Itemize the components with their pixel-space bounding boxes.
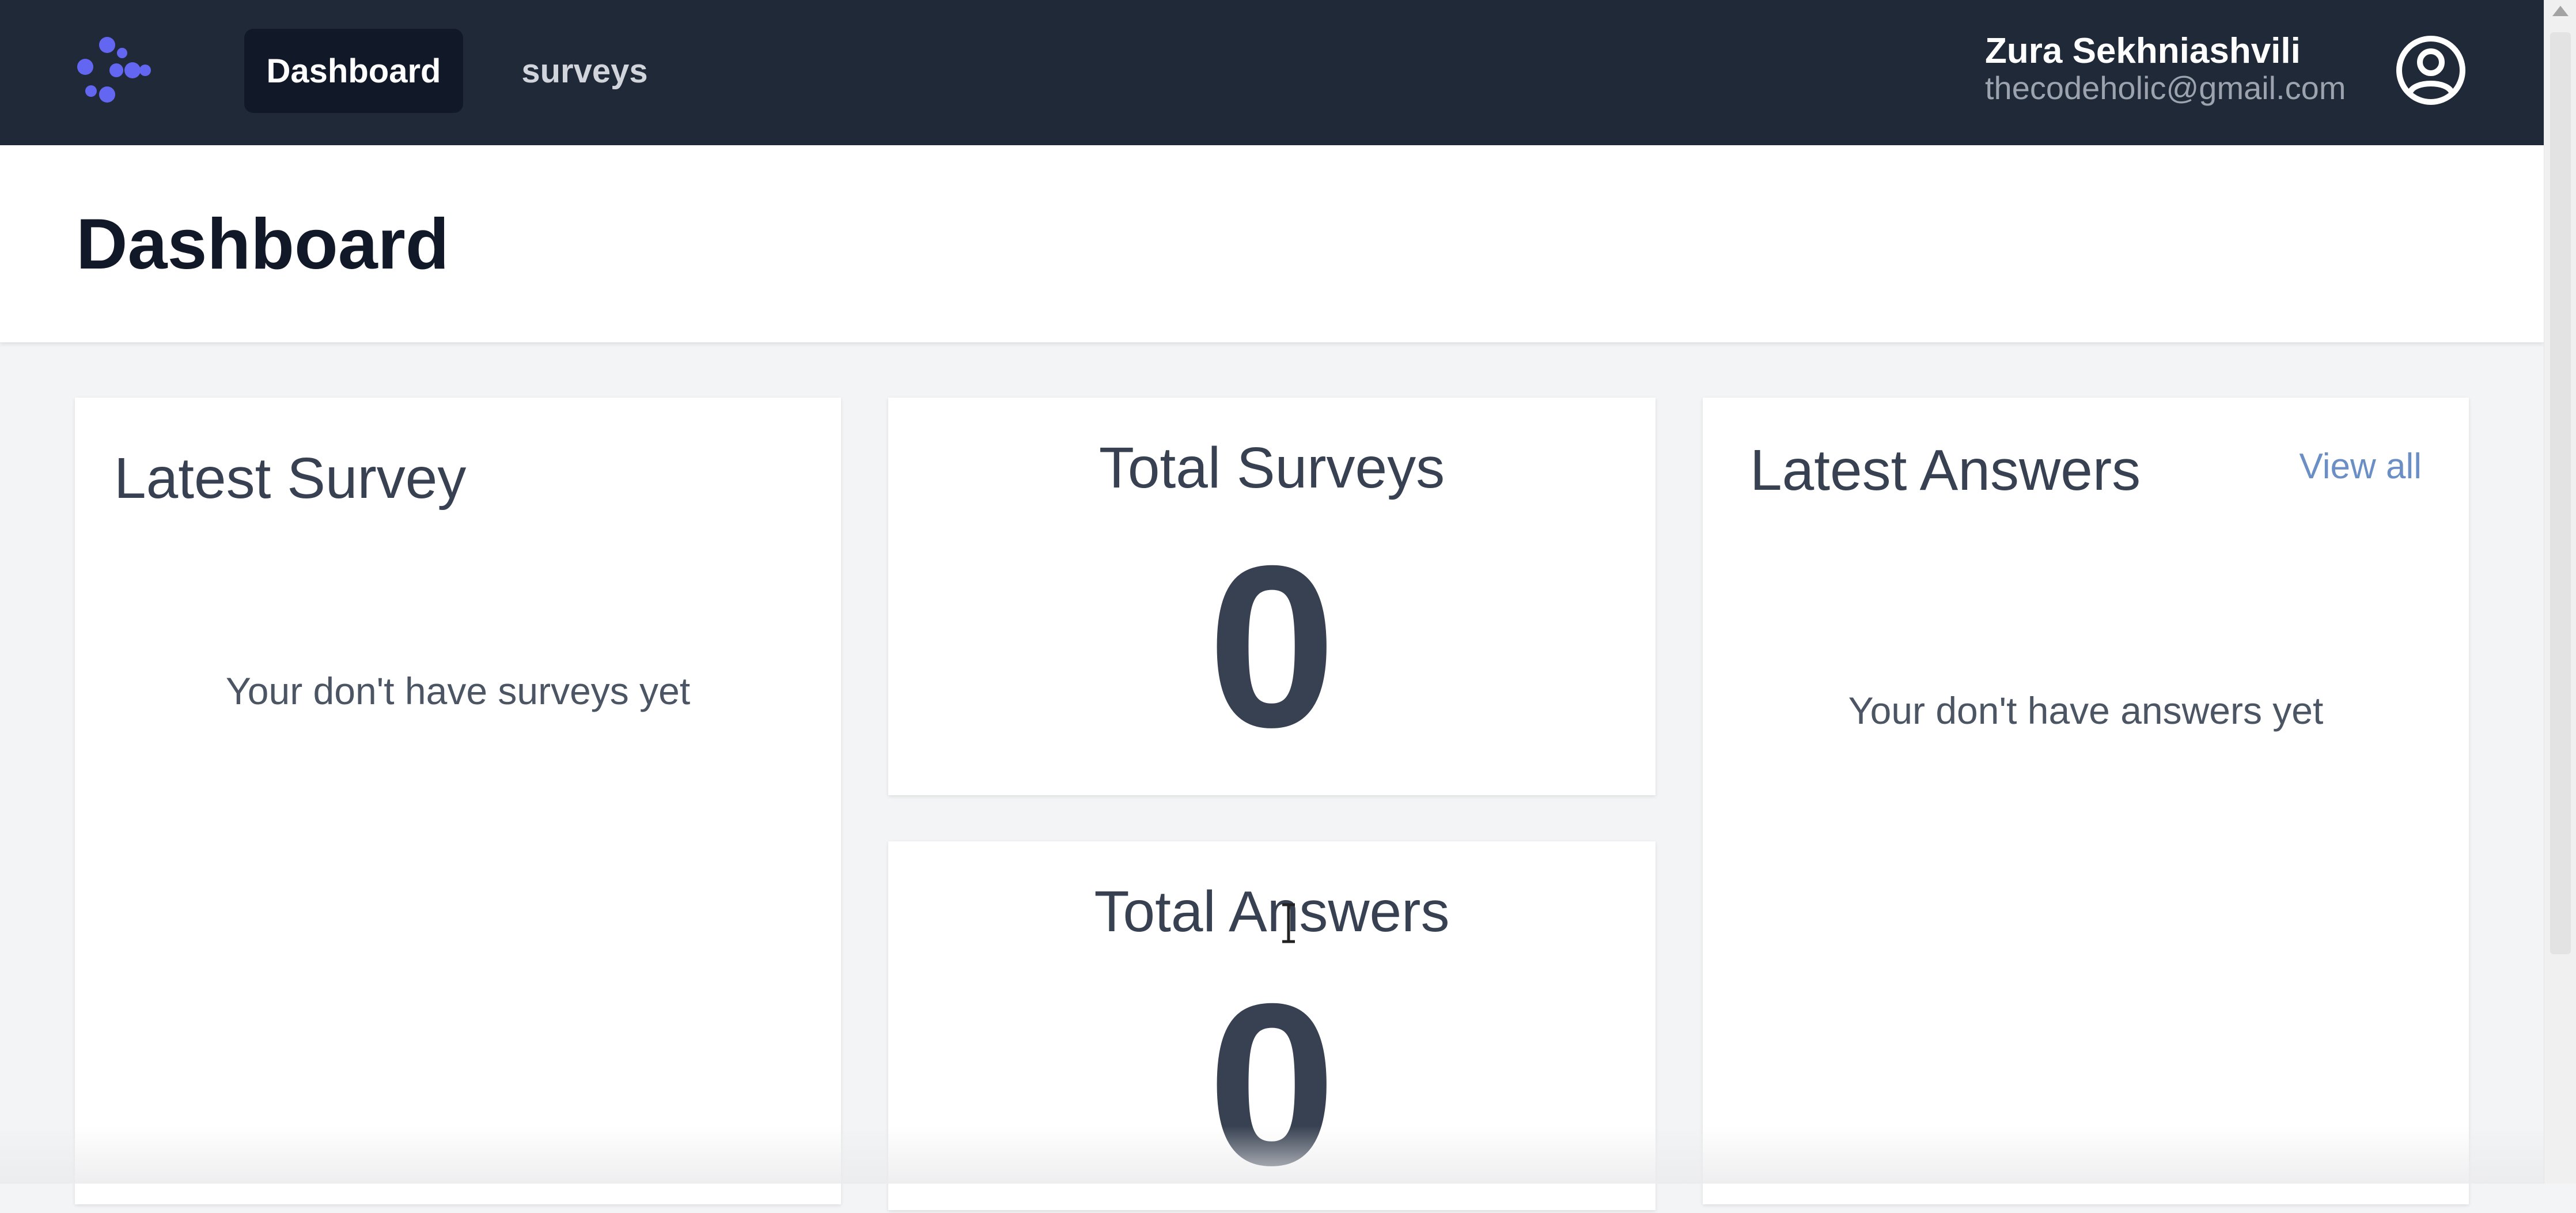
total-surveys-card: Total Surveys 0 (888, 398, 1656, 795)
user-info: Zura Sekhniashvili thecodeholic@gmail.co… (1985, 33, 2400, 105)
view-all-link[interactable]: View all (2299, 446, 2422, 487)
scroll-up-arrow-icon[interactable] (2552, 6, 2569, 16)
user-circle-icon[interactable] (2395, 35, 2467, 106)
total-answers-card: Total Answers 0 (888, 841, 1656, 1210)
app-logo-icon[interactable] (74, 35, 152, 106)
latest-survey-card: Latest Survey Your don't have surveys ye… (75, 398, 841, 1204)
no-surveys-message: Your don't have surveys yet (225, 670, 691, 712)
total-surveys-value: 0 (1207, 517, 1336, 775)
top-navbar: Dashboard surveys Zura Sekhniashvili the… (0, 0, 2544, 145)
scrollbar-thumb[interactable] (2550, 32, 2571, 954)
page-header: Dashboard (0, 145, 2544, 342)
nav-dashboard[interactable]: Dashboard (244, 29, 463, 113)
text-cursor-icon (1282, 903, 1295, 943)
total-answers-title: Total Answers (1094, 879, 1450, 944)
no-answers-message: Your don't have answers yet (1848, 689, 2324, 732)
total-answers-value: 0 (1207, 955, 1336, 1213)
latest-answers-title: Latest Answers (1750, 438, 2141, 502)
page-title: Dashboard (76, 205, 449, 284)
total-surveys-title: Total Surveys (1098, 436, 1445, 500)
latest-survey-title: Latest Survey (114, 446, 467, 511)
user-email: thecodeholic@gmail.com (1985, 70, 2346, 106)
latest-answers-card: Latest Answers View all Your don't have … (1703, 398, 2469, 1204)
user-name: Zura Sekhniashvili (1985, 31, 2301, 71)
nav-surveys[interactable]: surveys (495, 29, 674, 113)
vertical-scrollbar[interactable] (2544, 0, 2576, 1184)
